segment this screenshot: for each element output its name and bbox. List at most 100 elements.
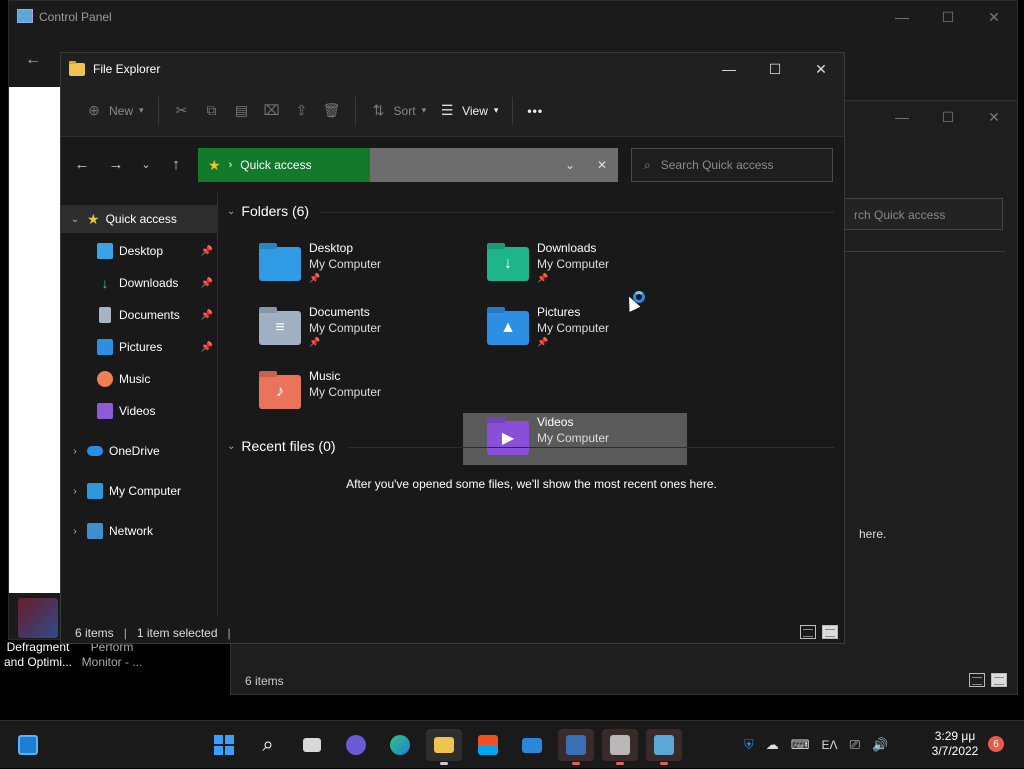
chevron-right-icon[interactable]: › xyxy=(65,486,85,497)
plus-icon: ⊕ xyxy=(88,102,100,118)
more-options-button[interactable]: ••• xyxy=(521,95,549,127)
sidebar-item-onedrive[interactable]: › OneDrive xyxy=(61,437,217,465)
sidebar-item-documents[interactable]: Documents 📌 xyxy=(61,301,217,329)
folder-tile-downloads[interactable]: ↓ Downloads My Computer 📌 xyxy=(473,239,697,291)
app-button[interactable] xyxy=(558,729,594,765)
chevron-down-icon[interactable]: ⌄ xyxy=(65,214,85,225)
address-bar[interactable]: ★ › Quick access ⌄ ✕ xyxy=(198,148,618,182)
sidebar-item-music[interactable]: Music xyxy=(61,365,217,393)
background-search-field[interactable]: rch Quick access xyxy=(843,198,1003,230)
sidebar-item-my-computer[interactable]: › My Computer xyxy=(61,477,217,505)
folder-tile-music[interactable]: ♪ Music My Computer xyxy=(245,367,469,419)
folder-tile-documents[interactable]: ≡ Documents My Computer 📌 xyxy=(245,303,469,355)
sidebar-item-desktop[interactable]: Desktop 📌 xyxy=(61,237,217,265)
maximize-button[interactable]: ☐ xyxy=(925,1,971,33)
search-icon: ⌕ xyxy=(644,157,651,172)
security-icon[interactable]: ⛨ xyxy=(744,737,754,753)
maximize-button[interactable]: ☐ xyxy=(752,53,798,85)
up-button[interactable]: ↑ xyxy=(159,149,193,179)
delete-button[interactable]: 🗑 xyxy=(317,95,347,127)
new-button[interactable]: ⊕ New ▾ xyxy=(79,95,150,127)
folder-tile-videos[interactable]: ▶ Videos My Computer xyxy=(463,413,687,465)
edge-icon xyxy=(390,735,410,755)
sidebar-item-label: Desktop xyxy=(119,244,164,258)
volume-icon[interactable]: 🔊 xyxy=(872,737,888,753)
close-button[interactable]: ✕ xyxy=(971,1,1017,33)
minimize-button[interactable]: — xyxy=(879,1,925,33)
chevron-right-icon[interactable]: › xyxy=(65,526,85,537)
tiles-view-button[interactable] xyxy=(822,625,838,639)
network-disconnected-icon[interactable]: ☁ xyxy=(766,737,779,753)
control-panel-titlebar: Control Panel — ☐ ✕ xyxy=(9,1,1017,33)
sidebar-item-network[interactable]: › Network xyxy=(61,517,217,545)
language-indicator[interactable]: ΕΛ xyxy=(822,738,838,752)
toolbar-separator xyxy=(157,96,159,125)
address-history-button[interactable]: ⌄ xyxy=(554,158,586,172)
cut-button[interactable]: ✂ xyxy=(167,95,197,127)
download-icon: ↓ xyxy=(101,275,109,291)
copy-button[interactable]: ⧉ xyxy=(197,95,227,127)
maximize-button[interactable]: ☐ xyxy=(925,101,971,133)
chevron-right-icon[interactable]: › xyxy=(65,446,85,457)
desktop-icon xyxy=(97,243,113,259)
chat-icon xyxy=(346,735,366,755)
app-button[interactable] xyxy=(602,729,638,765)
star-icon: ★ xyxy=(87,210,100,227)
network-icon[interactable]: ⎚ xyxy=(850,737,860,753)
details-view-button[interactable] xyxy=(969,673,985,687)
sidebar-item-quick-access[interactable]: ⌄ ★ Quick access xyxy=(61,205,217,233)
folder-tile-desktop[interactable]: Desktop My Computer 📌 xyxy=(245,239,469,291)
sidebar-item-videos[interactable]: Videos xyxy=(61,397,217,425)
minimize-button[interactable]: — xyxy=(706,53,752,85)
sort-label: Sort xyxy=(393,103,416,118)
mail-button[interactable] xyxy=(514,729,550,761)
sidebar-item-downloads[interactable]: ↓ Downloads 📌 xyxy=(61,269,217,297)
control-panel-taskbar-button[interactable] xyxy=(646,729,682,765)
clock[interactable]: 3:29 μμ 3/7/2022 xyxy=(930,729,980,759)
details-view-button[interactable] xyxy=(800,625,816,639)
desktop-icon-label: and Optimi... xyxy=(3,655,73,669)
start-button[interactable] xyxy=(206,729,242,761)
view-button[interactable]: ☰ View ▾ xyxy=(432,95,504,127)
search-input[interactable]: ⌕ Search Quick access xyxy=(631,148,833,182)
recent-locations-button[interactable]: ⌄ xyxy=(133,149,159,179)
share-icon: ⇪ xyxy=(295,102,308,118)
sort-icon: ⇅ xyxy=(372,102,385,118)
search-button[interactable]: ⌕ xyxy=(250,729,286,761)
tiles-view-button[interactable] xyxy=(991,673,1007,687)
sidebar-item-label: Pictures xyxy=(119,340,163,354)
task-view-button[interactable] xyxy=(294,729,330,761)
back-button[interactable]: ← xyxy=(65,149,99,179)
forward-button[interactable]: → xyxy=(99,149,133,179)
file-explorer-taskbar-button[interactable] xyxy=(426,729,462,765)
clear-address-button[interactable]: ✕ xyxy=(586,158,618,172)
keyboard-icon[interactable]: ⌨ xyxy=(791,737,810,753)
back-arrow-icon[interactable]: ← xyxy=(25,51,41,69)
folder-tile-pictures[interactable]: ▲ Pictures My Computer 📌 xyxy=(473,303,697,355)
notification-badge[interactable]: 6 xyxy=(988,736,1004,752)
chevron-down-icon: ▾ xyxy=(493,105,499,115)
edge-button[interactable] xyxy=(382,729,418,761)
recent-section-header[interactable]: ⌄ Recent files (0) xyxy=(227,438,336,454)
new-label: New xyxy=(109,103,134,118)
folder-location: My Computer xyxy=(309,321,382,335)
paste-button[interactable]: ▤ xyxy=(227,95,257,127)
folder-name: Documents xyxy=(309,305,370,319)
sidebar-item-pictures[interactable]: Pictures 📌 xyxy=(61,333,217,361)
sort-button[interactable]: ⇅ Sort ▾ xyxy=(364,95,433,127)
chat-button[interactable] xyxy=(338,729,374,761)
show-desktop-widget[interactable] xyxy=(10,729,46,761)
share-button[interactable]: ⇪ xyxy=(287,95,317,127)
breadcrumb-quick-access[interactable]: Quick access xyxy=(240,158,311,172)
file-explorer-icon xyxy=(69,60,85,76)
close-button[interactable]: ✕ xyxy=(798,53,844,85)
minimize-button[interactable]: — xyxy=(879,101,925,133)
folder-name: Videos xyxy=(537,415,574,429)
sidebar-item-label: Documents xyxy=(119,308,180,322)
folder-name: Music xyxy=(309,369,341,383)
store-button[interactable] xyxy=(470,729,506,761)
title-bar[interactable]: File Explorer — ☐ ✕ xyxy=(61,53,844,85)
folders-section-header[interactable]: ⌄ Folders (6) xyxy=(227,203,309,219)
close-button[interactable]: ✕ xyxy=(971,101,1017,133)
rename-button[interactable]: ⌧ xyxy=(257,95,287,127)
